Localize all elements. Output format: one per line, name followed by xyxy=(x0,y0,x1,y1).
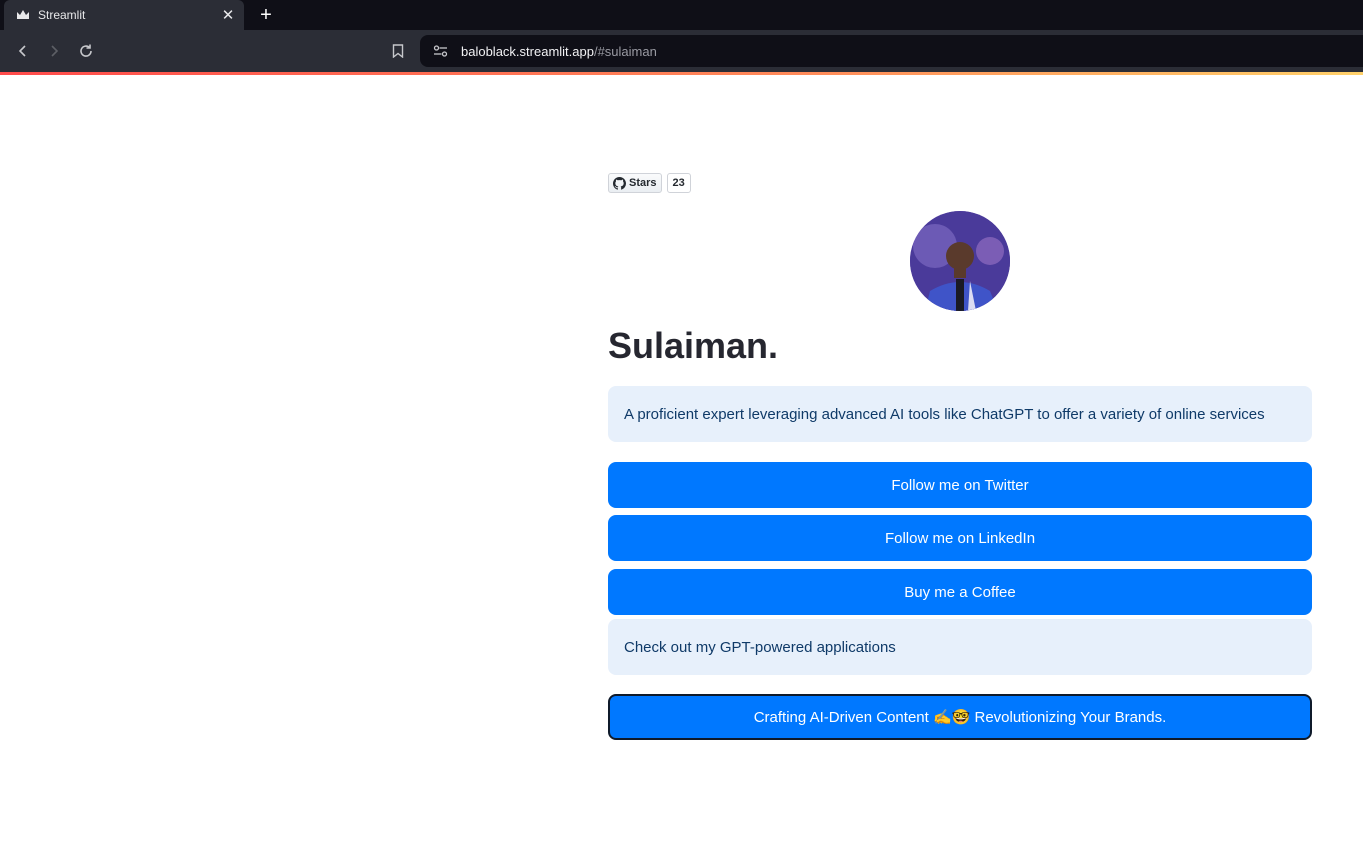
linkedin-button[interactable]: Follow me on LinkedIn xyxy=(608,515,1312,561)
reload-icon[interactable] xyxy=(75,40,97,62)
buy-coffee-button[interactable]: Buy me a Coffee xyxy=(608,569,1312,615)
avatar xyxy=(910,211,1010,311)
browser-tab[interactable]: Streamlit ✕ xyxy=(4,0,244,30)
page-load-progress-bar xyxy=(0,72,1363,75)
bio-info-box: A proficient expert leveraging advanced … xyxy=(608,386,1312,442)
content-services-button[interactable]: Crafting AI-Driven Content ✍️🤓 Revolutio… xyxy=(608,694,1312,740)
address-bar[interactable]: baloblack.streamlit.app/#sulaiman xyxy=(420,35,1363,67)
streamlit-crown-icon xyxy=(16,8,30,22)
close-tab-icon[interactable]: ✕ xyxy=(218,5,238,25)
github-stars-label: Stars xyxy=(629,177,657,189)
github-stars-count[interactable]: 23 xyxy=(666,173,691,193)
apps-info-box: Check out my GPT-powered applications xyxy=(608,619,1312,675)
site-settings-icon[interactable] xyxy=(432,43,448,59)
url-path: /#sulaiman xyxy=(593,43,657,59)
new-tab-button[interactable]: + xyxy=(256,5,276,25)
url-host: baloblack.streamlit.app xyxy=(461,43,594,59)
page-title: Sulaiman. xyxy=(608,325,779,366)
bookmark-icon[interactable] xyxy=(388,40,408,62)
forward-icon[interactable] xyxy=(43,40,65,62)
github-stars-button[interactable]: Stars xyxy=(608,173,662,193)
github-icon xyxy=(613,176,626,190)
back-icon[interactable] xyxy=(12,40,34,62)
tab-title: Streamlit xyxy=(38,8,86,22)
browser-toolbar: baloblack.streamlit.app/#sulaiman xyxy=(0,30,1363,72)
browser-tab-bar: Streamlit ✕ + xyxy=(0,0,1363,30)
github-stars-widget[interactable]: Stars 23 xyxy=(608,173,691,193)
twitter-button[interactable]: Follow me on Twitter xyxy=(608,462,1312,508)
